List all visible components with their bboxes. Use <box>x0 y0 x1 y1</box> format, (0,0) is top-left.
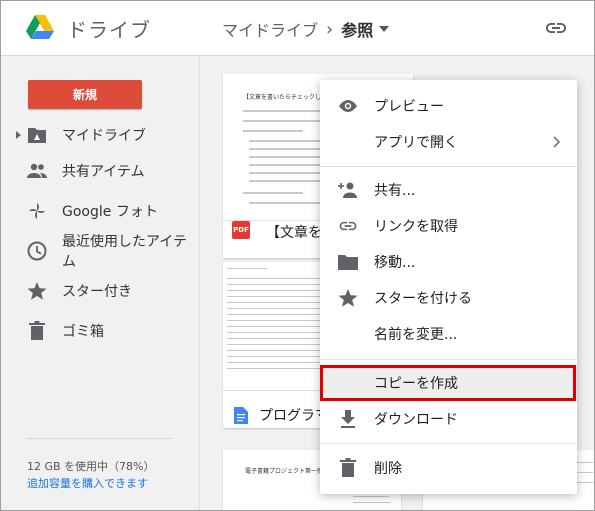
eye-icon <box>339 100 357 112</box>
menu-divider <box>320 359 577 360</box>
photos-pinwheel-icon <box>29 203 45 219</box>
menu-divider <box>320 443 577 444</box>
file-name: 【文章を書 <box>266 225 322 241</box>
folder-icon <box>338 255 358 270</box>
people-icon <box>27 163 47 178</box>
preview-title: 電子書籍プロジェクト第一弾 <box>245 468 324 475</box>
sidebar: 新規 マイドライブ 共有アイテム Google フォト 最近使用したアイテム ス… <box>0 57 200 511</box>
menu-item-label: リンクを取得 <box>374 219 458 235</box>
get-link-icon[interactable] <box>544 16 568 40</box>
menu-item-move[interactable]: 移動... <box>320 244 577 280</box>
menu-item-download[interactable]: ダウンロード <box>320 401 577 437</box>
preview-line <box>243 130 303 132</box>
preview-line <box>353 496 389 497</box>
breadcrumb-parent[interactable]: マイドライブ <box>222 17 318 41</box>
star-icon <box>27 282 47 300</box>
sidebar-item-label: Google フォト <box>62 204 158 220</box>
add-person-icon <box>338 182 357 198</box>
sidebar-item-google-photos[interactable]: Google フォト <box>0 193 200 229</box>
expand-arrow-icon[interactable] <box>16 131 21 139</box>
sidebar-item-recent[interactable]: 最近使用したアイテム <box>0 233 200 270</box>
menu-item-label: スターを付ける <box>374 291 472 307</box>
sidebar-item-trash[interactable]: ゴミ箱 <box>0 313 200 349</box>
drive-logo-icon[interactable] <box>26 15 54 39</box>
menu-item-label: アプリで開く <box>374 135 458 151</box>
breadcrumb-dropdown-icon[interactable] <box>379 26 390 32</box>
menu-item-open-with[interactable]: アプリで開く <box>320 124 577 160</box>
sidebar-item-label: ゴミ箱 <box>62 324 104 340</box>
sidebar-item-label: マイドライブ <box>62 128 146 144</box>
doc-file-icon <box>234 407 248 424</box>
menu-item-make-copy[interactable]: コピーを作成 <box>320 365 577 401</box>
storage-usage: 12 GB を使用中（78%） <box>27 460 155 473</box>
file-name: プログラマ <box>259 408 321 424</box>
preview-line <box>353 502 391 503</box>
breadcrumb-separator: › <box>326 18 334 40</box>
menu-item-star[interactable]: スターを付ける <box>320 280 577 316</box>
menu-item-label: 共有... <box>374 183 416 199</box>
breadcrumb-current[interactable]: 参照 <box>341 17 373 41</box>
preview-line <box>243 192 303 194</box>
link-icon <box>339 221 357 231</box>
menu-item-delete[interactable]: 削除 <box>320 450 577 486</box>
breadcrumb: マイドライブ › 参照 <box>222 17 390 41</box>
clock-icon <box>27 241 47 261</box>
menu-item-rename[interactable]: 名前を変更... <box>320 316 577 352</box>
menu-divider <box>320 166 577 167</box>
sidebar-item-my-drive[interactable]: マイドライブ <box>0 117 200 153</box>
sidebar-item-label: 共有アイテム <box>62 164 145 180</box>
trash-icon <box>340 458 356 477</box>
drive-folder-icon <box>28 128 46 143</box>
download-icon <box>341 410 355 428</box>
sidebar-item-starred[interactable]: スター付き <box>0 273 200 309</box>
buy-storage-link[interactable]: 追加容量を購入できます <box>27 475 148 491</box>
menu-item-preview[interactable]: プレビュー <box>320 88 577 124</box>
chevron-right-icon <box>553 136 560 148</box>
menu-item-label: プレビュー <box>374 99 444 115</box>
pdf-file-icon: PDF <box>232 221 250 239</box>
sidebar-item-label: スター付き <box>62 284 132 300</box>
context-menu: プレビュー アプリで開く 共有... リンクを取得 移動... スターを付ける <box>320 80 577 494</box>
new-button[interactable]: 新規 <box>28 80 142 109</box>
preview-line <box>227 268 267 269</box>
sidebar-item-label: 最近使用したアイテム <box>62 234 188 270</box>
menu-item-label: ダウンロード <box>374 412 458 428</box>
sidebar-divider <box>26 438 172 439</box>
menu-item-share[interactable]: 共有... <box>320 172 577 208</box>
menu-item-label: 移動... <box>374 255 416 271</box>
star-icon <box>338 289 358 307</box>
app-title: ドライブ <box>67 18 151 42</box>
sidebar-item-shared[interactable]: 共有アイテム <box>0 153 200 189</box>
app-header: ドライブ マイドライブ › 参照 <box>0 0 595 56</box>
trash-icon <box>29 321 45 340</box>
menu-item-label: 削除 <box>374 461 402 477</box>
menu-item-label: 名前を変更... <box>374 327 458 343</box>
menu-item-get-link[interactable]: リンクを取得 <box>320 208 577 244</box>
menu-item-label: コピーを作成 <box>374 376 458 392</box>
